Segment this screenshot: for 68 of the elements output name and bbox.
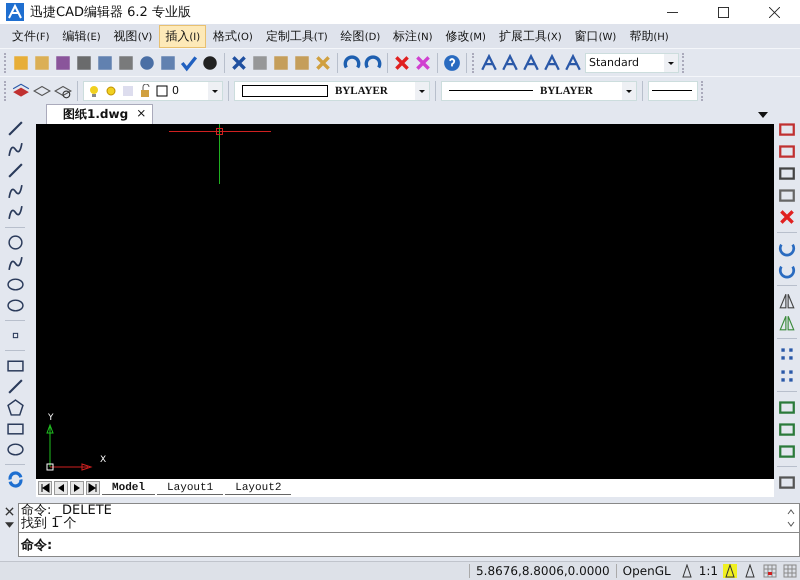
crosshair-cursor-icon xyxy=(169,124,271,184)
drawing-canvas[interactable]: Y X xyxy=(36,124,774,479)
linetype-dropdown[interactable]: BYLAYER xyxy=(441,80,637,100)
command-input-field[interactable]: 命令: xyxy=(19,533,799,556)
coordinates-readout: 5.8676,8.8006,0.0000 xyxy=(469,564,616,578)
regen-icon[interactable] xyxy=(6,471,24,488)
erase-icon[interactable] xyxy=(414,54,432,72)
tab-close-button[interactable]: × xyxy=(136,106,146,123)
app-logo-icon xyxy=(6,3,24,21)
polyline-icon[interactable] xyxy=(6,141,24,158)
mirror-icon[interactable] xyxy=(778,292,796,310)
menu-item[interactable]: 插入(I) xyxy=(159,24,206,48)
menu-item[interactable]: 扩展工具(X) xyxy=(492,24,568,48)
delete-icon[interactable] xyxy=(393,54,411,72)
first-page-button[interactable] xyxy=(38,481,52,495)
next-page-button[interactable] xyxy=(70,481,84,495)
collapse-arrow-icon[interactable] xyxy=(4,522,14,528)
padlock-icon xyxy=(138,84,152,98)
layer-dropdown[interactable]: 0 xyxy=(83,80,223,100)
text-icon[interactable] xyxy=(480,54,498,72)
annotation-visibility-icon[interactable] xyxy=(723,564,737,578)
dropdown-arrow-icon[interactable] xyxy=(758,112,768,118)
command-history-line: 找到 1 个 xyxy=(21,517,77,530)
menu-item[interactable]: 编辑(E) xyxy=(56,24,107,48)
menu-item[interactable]: 文件(F) xyxy=(6,24,56,48)
window-title: 迅捷CAD编辑器 6.2 专业版 xyxy=(30,4,191,21)
layout-tab[interactable]: Model xyxy=(102,482,156,494)
scroll-arrows-icon[interactable] xyxy=(787,508,795,528)
menu-item[interactable]: 窗口(W) xyxy=(568,24,622,48)
text-icon[interactable] xyxy=(501,54,519,72)
ucs-axis-label: X xyxy=(100,455,106,465)
spellcheck-icon[interactable] xyxy=(180,54,198,72)
lightbulb-icon xyxy=(87,84,101,98)
layout-tab[interactable]: Layout2 xyxy=(225,482,292,494)
close-icon[interactable] xyxy=(769,6,780,18)
color-dropdown[interactable]: BYLAYER xyxy=(234,80,430,100)
line-icon[interactable] xyxy=(6,120,24,137)
renderer-label: OpenGL xyxy=(616,564,677,578)
layers-icon[interactable] xyxy=(12,82,30,100)
maximize-icon[interactable] xyxy=(718,6,729,18)
mirror-icon[interactable] xyxy=(778,314,796,332)
spline-icon[interactable] xyxy=(6,183,24,200)
polygon-icon[interactable] xyxy=(6,399,24,416)
scale-label[interactable]: 1:1 xyxy=(696,564,720,578)
menu-item[interactable]: 绘图(D) xyxy=(334,24,386,48)
menu-item[interactable]: 修改(M) xyxy=(440,24,492,48)
menu-item[interactable]: 定制工具(T) xyxy=(260,24,334,48)
help-icon[interactable] xyxy=(443,54,461,72)
circle-icon[interactable] xyxy=(6,234,24,251)
annotation-scale-icon[interactable] xyxy=(743,564,757,578)
color-square-icon xyxy=(155,84,169,98)
command-history-line: 命令: _DELETE xyxy=(21,504,113,517)
close-icon[interactable] xyxy=(4,507,14,516)
document-tab[interactable]: 图纸1.dwg × xyxy=(46,104,154,124)
lineweight-dropdown[interactable] xyxy=(648,80,698,100)
layout-tab[interactable]: Layout1 xyxy=(157,482,224,494)
menu-item[interactable]: 格式(O) xyxy=(207,24,259,48)
ucs-axis-label: Y xyxy=(48,413,54,423)
previous-page-button[interactable] xyxy=(54,481,68,495)
menu-item[interactable]: 帮助(H) xyxy=(623,24,675,48)
annotation-icon[interactable] xyxy=(680,564,694,578)
text-style-dropdown[interactable]: Standard xyxy=(585,52,679,72)
menu-item[interactable]: 视图(V) xyxy=(108,24,158,48)
sun-icon xyxy=(104,84,118,98)
menu-item[interactable]: 标注(N) xyxy=(387,24,439,48)
ellipse-icon[interactable] xyxy=(6,276,24,293)
delete-icon[interactable] xyxy=(778,208,796,226)
last-page-button[interactable] xyxy=(86,481,100,495)
